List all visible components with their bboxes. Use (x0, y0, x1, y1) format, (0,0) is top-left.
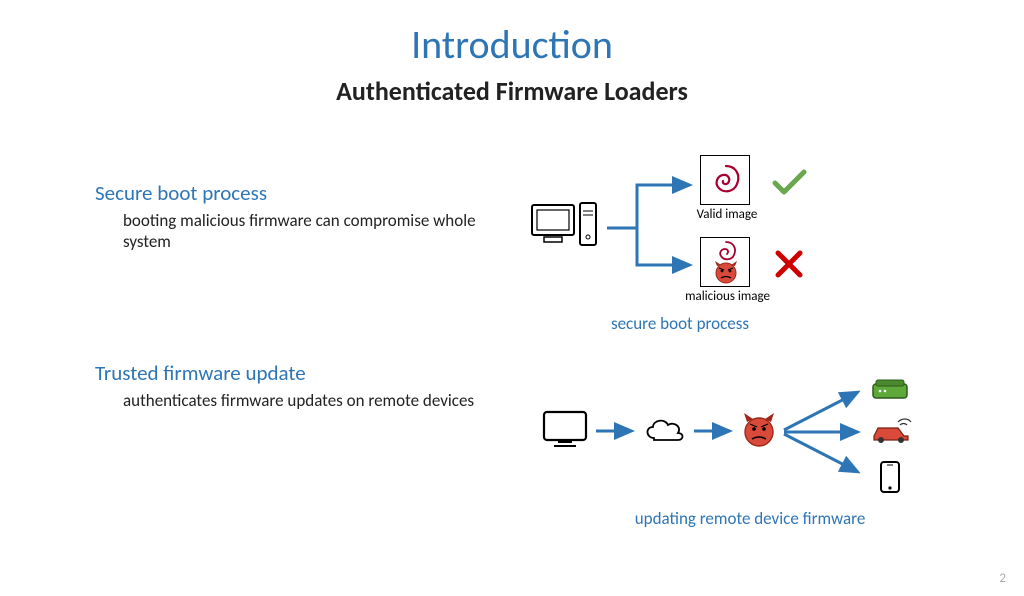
check-icon (770, 165, 810, 199)
monitor-icon (540, 408, 592, 452)
valid-image-box (700, 155, 750, 205)
section-heading: Trusted firmware update (95, 360, 495, 386)
diagram1-caption: secure boot process (580, 313, 780, 334)
page-number: 2 (999, 571, 1006, 586)
arrow-1 (594, 422, 638, 440)
section-heading: Secure boot process (95, 180, 495, 206)
devil-face-icon (701, 260, 751, 290)
malicious-image-box (700, 237, 750, 287)
section-secure-boot: Secure boot process booting malicious fi… (95, 180, 495, 253)
diagram-remote-update: updating remote device firmware (540, 390, 990, 540)
computer-icon (530, 201, 600, 257)
section-body: authenticates firmware updates on remote… (123, 390, 495, 411)
attacker-devil-icon (738, 410, 780, 452)
connected-car-icon (868, 418, 916, 448)
slide-subtitle: Authenticated Firmware Loaders (0, 75, 1024, 107)
section-body: booting malicious firmware can compromis… (123, 210, 495, 253)
fanout-arrows (780, 384, 870, 480)
cloud-icon (640, 412, 690, 448)
diagram-secure-boot: Valid image malicious image secure boot … (520, 155, 940, 345)
slide-title: Introduction (0, 20, 1024, 69)
malicious-image-label: malicious image (680, 289, 775, 304)
cross-icon (772, 247, 806, 281)
valid-image-label: Valid image (693, 207, 761, 222)
arrow-2 (692, 422, 736, 440)
split-arrows (602, 170, 702, 280)
debian-swirl-icon (701, 156, 751, 206)
section-trusted-update: Trusted firmware update authenticates fi… (95, 360, 495, 411)
phone-icon (878, 460, 902, 494)
router-icon (870, 376, 912, 404)
diagram2-caption: updating remote device firmware (600, 508, 900, 529)
